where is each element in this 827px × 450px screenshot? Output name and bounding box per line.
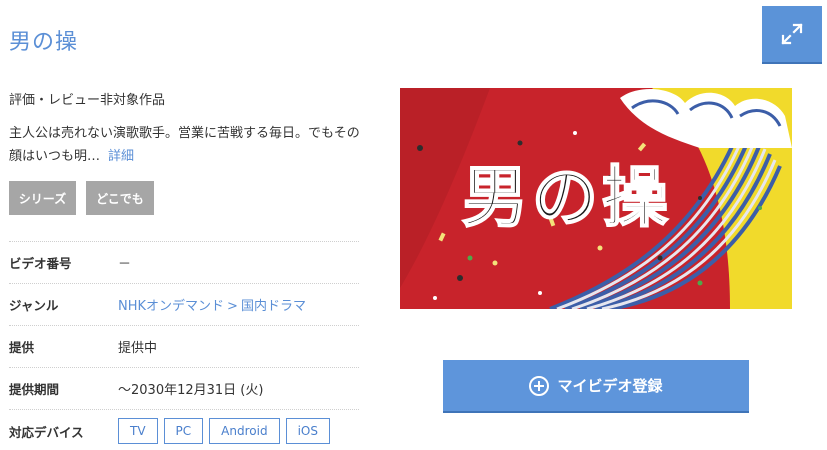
synopsis-more-link[interactable]: 詳細 [108,149,134,164]
page-title: 男の操 [9,30,79,55]
info-row-provided: 提供 提供中 [9,326,359,368]
info-value: ～2030年12月31日 (火) [118,383,264,398]
register-button-label: マイビデオ登録 [557,377,663,395]
device-list: TV PC Android iOS [118,418,336,444]
program-thumbnail[interactable]: 男の操 [400,88,792,309]
genre-link-domestic-drama[interactable]: 国内ドラマ [241,299,306,314]
add-to-my-video-button[interactable]: マイビデオ登録 [443,360,749,413]
info-label: 提供 [9,340,35,355]
expand-arrows-icon [781,23,803,45]
info-row-genre: ジャンル NHKオンデマンド > 国内ドラマ [9,284,359,326]
genre-link-nhk-ondemand[interactable]: NHKオンデマンド [118,299,224,314]
plus-circle-icon [529,375,550,396]
synopsis-text: 主人公は売れない演歌歌手。営業に苦戦する毎日。でもその顔はいつも明… [9,126,360,164]
info-row-devices: 対応デバイス TV PC Android iOS [9,410,359,450]
info-row-period: 提供期間 ～2030年12月31日 (火) [9,368,359,410]
anywhere-tag-button[interactable]: どこでも [86,181,154,215]
device-badge-ios: iOS [285,418,330,444]
device-badge-tv: TV [118,418,158,444]
thumbnail-art: 男の操 [400,88,792,309]
tag-list: シリーズ どこでも [9,181,154,215]
device-badge-pc: PC [163,418,204,444]
info-label: 対応デバイス [9,424,84,440]
info-value: － [118,257,132,272]
expand-button[interactable] [762,6,822,64]
info-value: 提供中 [118,341,158,356]
thumbnail-title-text: 男の操 [462,159,672,236]
genre-value: NHKオンデマンド > 国内ドラマ [118,295,306,314]
synopsis: 主人公は売れない演歌歌手。営業に苦戦する毎日。でもその顔はいつも明… 詳細 [9,122,369,168]
info-label: ジャンル [9,298,59,313]
breadcrumb-separator: > [227,299,238,314]
info-row-video-number: ビデオ番号 － [9,242,359,284]
info-label: 提供期間 [9,382,60,397]
info-table: ビデオ番号 － ジャンル NHKオンデマンド > 国内ドラマ 提供 提供中 提供期間… [9,241,359,450]
device-badge-android: Android [209,418,280,444]
series-tag-button[interactable]: シリーズ [9,181,76,215]
info-label: ビデオ番号 [9,256,72,271]
rating-note: 評価・レビュー非対象作品 [9,93,166,108]
